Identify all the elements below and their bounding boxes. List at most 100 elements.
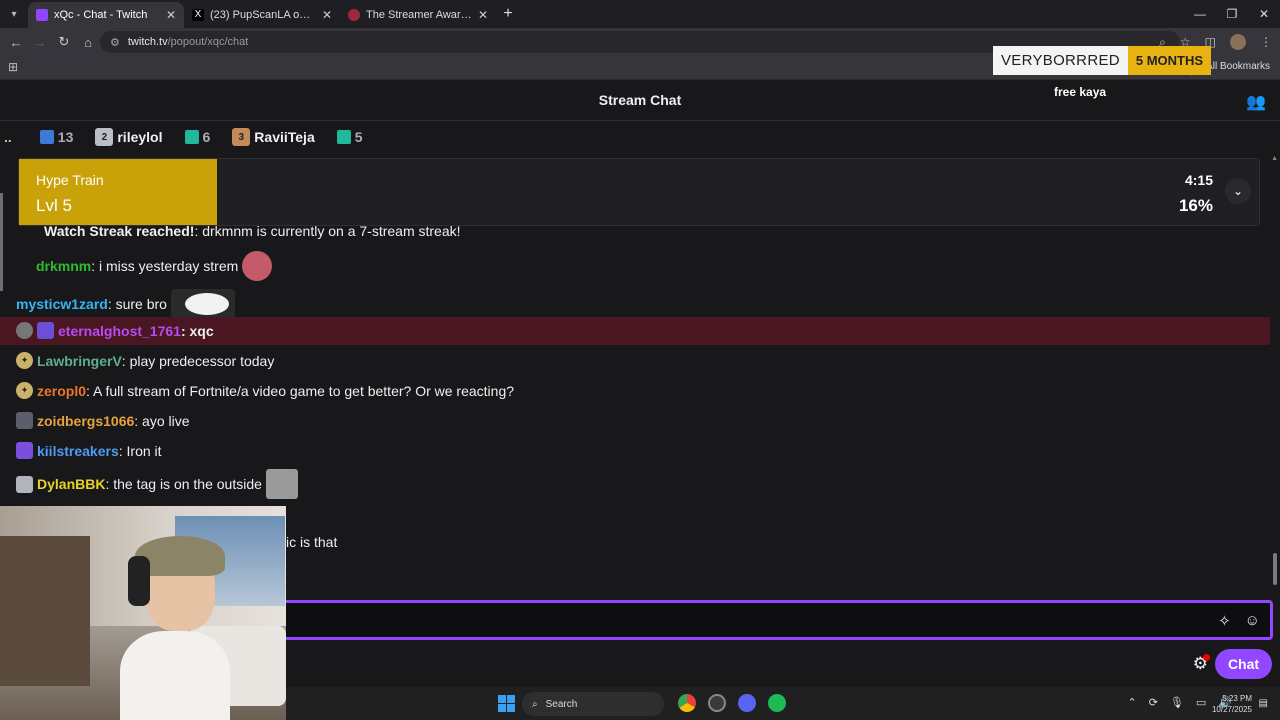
hype-train-timer: 4:15 [1184,172,1213,188]
tab-streamer-awards[interactable]: The Streamer Awards - Nomina ✕ [340,2,496,28]
watch-streak-label: Watch Streak reached! [44,223,195,239]
chat-username[interactable]: eternalghost_1761 [58,323,181,339]
message-text: : i miss yesterday strem [91,258,239,274]
gift-icon [184,130,199,144]
chrome-icon[interactable] [678,694,696,712]
chat-message: drkmnm : i miss yesterday strem [36,251,273,281]
gift-count: 5 [354,129,363,145]
subscription-months: 5 MONTHS [1127,46,1212,75]
rank-badge-icon: 2 [95,128,114,146]
input-icons: ✧ ☺ [1218,612,1260,630]
rank-badge-icon: 3 [232,128,251,146]
notifications-icon[interactable]: ▤ [1259,698,1268,709]
window-controls: — ❐ ✕ [1184,0,1280,28]
minimize-icon[interactable]: — [1184,0,1216,28]
community-users-icon[interactable]: 👥 [1246,92,1266,112]
moderator-badge-icon [16,322,33,339]
tab-x-post[interactable]: X (23) PupScanLA on X: "Replay C ✕ [184,2,340,28]
overlay-text: free kaya [1054,85,1107,99]
sync-icon[interactable]: ⟳ [1149,696,1158,709]
emote-icon [265,469,298,499]
site-info-icon[interactable]: ⚙ [110,36,120,49]
clock-time: 5:23 PM [1222,694,1252,703]
browser-tab-bar: ▾ xQc - Chat - Twitch ✕ X (23) PupScanLA… [0,0,1280,28]
scrollbar-thumb[interactable] [1273,553,1277,585]
forward-icon[interactable]: → [28,35,52,50]
chat-username[interactable]: drkmnm [36,258,91,274]
chat-message-input[interactable]: ✧ ☺ [280,600,1273,640]
hype-train-banner[interactable]: Hype Train Lvl 5 4:15 16% ⌄ [18,158,1260,226]
browser-menu-icon[interactable]: ⋮ [1260,35,1272,49]
streamer-awards-favicon-icon [348,9,360,21]
message-text: : xqc [180,322,214,339]
tray-overflow-icon[interactable]: ⌃ [1127,696,1136,709]
message-text: : drkmnm is currently on a 7-stream stre… [194,223,461,239]
leaderboard-username: rileylol [117,129,163,145]
network-icon[interactable]: ▭ [1196,696,1206,709]
all-bookmarks-label: All Bookmarks [1206,61,1270,72]
twitch-favicon-icon [36,9,48,21]
badge-icon: ✦ [16,382,33,399]
leaderboard-count: 13 [39,129,73,145]
webcam-shelf [0,536,90,686]
app-icon[interactable] [708,694,726,712]
url-host: twitch.tv [127,36,168,48]
close-tab-icon[interactable]: ✕ [478,8,488,22]
chat-message: eternalghost_1761 : xqc [16,322,214,339]
chat-username[interactable]: DylanBBK [37,476,105,492]
microphone-icon[interactable]: 🎙 [1170,696,1184,709]
badge-icon [16,475,33,493]
chat-username[interactable]: zeropl0 [37,383,86,399]
leaderboard-user[interactable]: 3 RaviiTeja [232,128,315,146]
tab-search-menu-button[interactable]: ▾ [0,0,28,28]
message-text: : the tag is on the outside [105,476,262,492]
emote-icon [170,289,235,319]
chat-message: kiilstreakers : Iron it [16,442,162,459]
send-chat-button[interactable]: Chat [1215,649,1272,679]
discord-icon[interactable] [738,694,756,712]
close-window-icon[interactable]: ✕ [1248,0,1280,28]
back-icon[interactable]: ← [4,35,28,50]
close-tab-icon[interactable]: ✕ [322,8,332,22]
reload-icon[interactable]: ↻ [52,34,76,50]
new-tab-button[interactable]: + [496,5,520,23]
restore-icon[interactable]: ❐ [1216,0,1248,28]
url-path: /popout/xqc/chat [167,36,249,48]
notification-dot [1203,654,1210,661]
message-text: : ayo live [134,412,190,429]
scroll-up-icon[interactable]: ▲ [1271,155,1278,162]
apps-grid-icon[interactable]: ⊞ [8,60,18,74]
profile-avatar[interactable] [1230,34,1246,50]
message-text: ic is that [286,534,338,550]
message-text: : Iron it [118,442,162,459]
chat-header: Stream Chat free kaya 👥 [0,80,1280,121]
message-text: : A full stream of Fortnite/a video game… [86,382,515,399]
chat-username[interactable]: mysticw1zard [16,296,108,312]
search-label: Search [545,698,578,710]
hype-train-title: Hype Train [36,172,104,188]
badge-icon [16,412,33,429]
windows-start-icon[interactable] [498,695,515,712]
spotify-icon[interactable] [768,694,786,712]
close-tab-icon[interactable]: ✕ [166,8,176,22]
taskbar-clock[interactable]: 5:23 PM 10/27/2025 [1212,693,1252,715]
chat-username[interactable]: LawbringerV [37,353,122,369]
tab-title: (23) PupScanLA on X: "Replay C [210,9,316,21]
taskbar-search[interactable]: ⌕ Search [522,692,664,716]
chevron-down-icon[interactable]: ⌄ [1225,178,1251,204]
webcam-person [120,536,230,720]
bits-cheer-icon[interactable]: ✧ [1218,612,1231,630]
webcam-shirt [120,631,230,720]
home-icon[interactable]: ⌂ [76,35,100,50]
chat-message: zoidbergs1066 : ayo live [16,412,190,429]
tab-twitch-chat[interactable]: xQc - Chat - Twitch ✕ [28,2,184,28]
chat-message: ✦ zeropl0 : A full stream of Fortnite/a … [16,382,514,399]
chat-username[interactable]: zoidbergs1066 [37,413,134,429]
chat-message: ✦ LawbringerV : play predecessor today [16,352,274,369]
chat-username[interactable]: kiilstreakers [37,443,119,459]
leaderboard-overflow-icon[interactable]: .. [4,129,12,145]
leaderboard-user[interactable]: 2 rileylol [95,128,163,146]
taskbar-apps [678,694,786,712]
emote-picker-icon[interactable]: ☺ [1245,612,1260,630]
system-message: Watch Streak reached! : drkmnm is curren… [44,223,461,239]
